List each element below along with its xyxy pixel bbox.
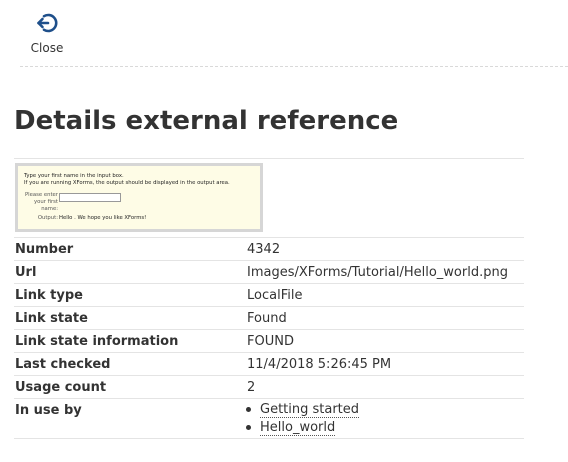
details-row-link-type: Link type LocalFile bbox=[14, 284, 524, 307]
details-table: Number 4342 Url Images/XForms/Tutorial/H… bbox=[14, 237, 524, 439]
details-key: Usage count bbox=[15, 380, 107, 395]
details-value: 2 bbox=[247, 380, 256, 395]
details-key: Url bbox=[15, 265, 37, 280]
toolbar: Close bbox=[20, 0, 568, 67]
details-row-url: Url Images/XForms/Tutorial/Hello_world.p… bbox=[14, 261, 524, 284]
thumbnail-output-value: Hello . We hope you like XForms! bbox=[59, 215, 147, 221]
details-row-link-state-information: Link state information FOUND bbox=[14, 330, 524, 353]
close-label: Close bbox=[30, 41, 64, 55]
details-key: Link type bbox=[15, 288, 83, 303]
in-use-by-link[interactable]: Getting started bbox=[260, 403, 360, 418]
in-use-by-link[interactable]: Hello_world bbox=[260, 421, 336, 436]
details-row-usage-count: Usage count 2 bbox=[14, 376, 524, 399]
thumbnail-label-1: Please enter bbox=[24, 192, 58, 198]
details-value: 11/4/2018 5:26:45 PM bbox=[247, 357, 392, 372]
close-icon bbox=[37, 13, 58, 33]
thumbnail-line-2: If you are running XForms, the output sh… bbox=[24, 180, 230, 186]
thumbnail-label-3: name: bbox=[41, 206, 58, 212]
divider bbox=[14, 158, 524, 159]
details-value: Found bbox=[247, 311, 287, 326]
close-button[interactable]: Close bbox=[30, 10, 64, 60]
details-key: Link state bbox=[15, 311, 88, 326]
details-row-last-checked: Last checked 11/4/2018 5:26:45 PM bbox=[14, 353, 524, 376]
thumbnail-input-box bbox=[59, 193, 121, 202]
details-value: 4342 bbox=[247, 242, 281, 257]
details-row-in-use-by: In use by Getting started Hello_world bbox=[14, 399, 524, 439]
details-value: FOUND bbox=[247, 334, 294, 349]
thumbnail-line-1: Type your first name in the input box. bbox=[24, 173, 124, 179]
bullet-icon bbox=[246, 425, 251, 430]
details-row-number: Number 4342 bbox=[14, 237, 524, 261]
details-value: Images/XForms/Tutorial/Hello_world.png bbox=[247, 265, 508, 280]
thumbnail-output-label: Output: bbox=[37, 215, 58, 221]
page-title: Details external reference bbox=[14, 106, 399, 136]
details-key: Number bbox=[15, 242, 74, 257]
details-key: Link state information bbox=[15, 334, 179, 349]
bullet-icon bbox=[246, 407, 251, 412]
details-key: Last checked bbox=[15, 357, 111, 372]
reference-image-thumbnail: Type your first name in the input box. I… bbox=[15, 163, 263, 232]
thumbnail-label-2: your first bbox=[34, 199, 58, 205]
details-value: LocalFile bbox=[247, 288, 303, 303]
details-key: In use by bbox=[15, 403, 82, 418]
details-row-link-state: Link state Found bbox=[14, 307, 524, 330]
